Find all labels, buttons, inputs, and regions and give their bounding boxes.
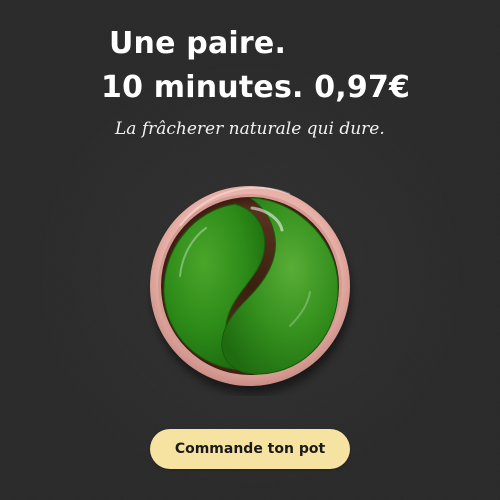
jar-illustration: [150, 186, 352, 394]
ad-banner: Une paire. 10 minutes. 0,97€ La frâchere…: [0, 0, 500, 500]
tagline: La frâcherer naturale qui dure.: [115, 119, 385, 139]
headline-line-2: 10 minutes. 0,97€: [101, 70, 411, 105]
headline-line-1: Une paire.: [109, 26, 287, 61]
product-jar-image: [140, 176, 360, 396]
order-jar-button[interactable]: Commande ton pot: [150, 429, 350, 469]
